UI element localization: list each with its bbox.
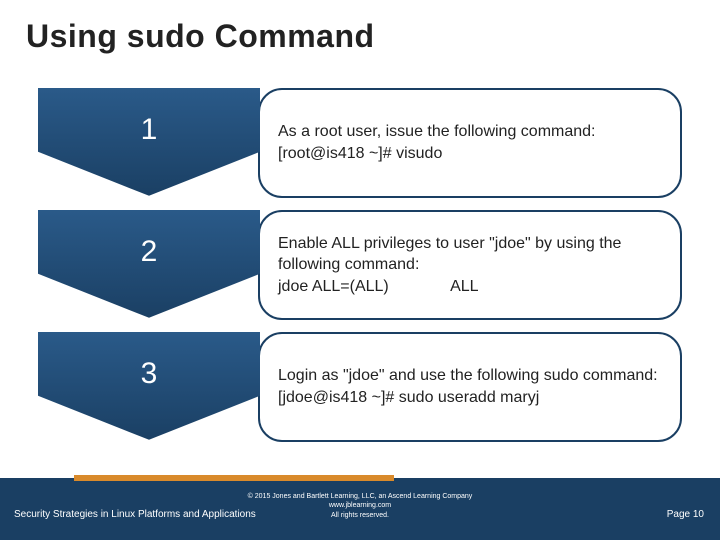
step-number: 3 xyxy=(141,357,158,391)
step-row: 2 Enable ALL privileges to user "jdoe" b… xyxy=(38,210,682,320)
copyright-line: © 2015 Jones and Bartlett Learning, LLC,… xyxy=(0,492,720,501)
chevron-icon: 3 xyxy=(38,332,260,442)
step-text: Login as "jdoe" and use the following su… xyxy=(258,332,682,442)
step-line: Enable ALL privileges to user "jdoe" by … xyxy=(278,233,662,276)
steps-list: 1 As a root user, issue the following co… xyxy=(38,88,682,454)
step-number-col: 2 xyxy=(38,210,260,320)
step-number: 2 xyxy=(141,235,158,269)
chevron-icon: 1 xyxy=(38,88,260,198)
footer-accent xyxy=(74,475,394,481)
page-number: Page 10 xyxy=(667,509,704,520)
step-number: 1 xyxy=(141,113,158,147)
footer-copyright: © 2015 Jones and Bartlett Learning, LLC,… xyxy=(0,492,720,520)
step-text: As a root user, issue the following comm… xyxy=(258,88,682,198)
copyright-line: All rights reserved. xyxy=(0,511,720,520)
step-row: 1 As a root user, issue the following co… xyxy=(38,88,682,198)
step-line: jdoe ALL=(ALL) ALL xyxy=(278,276,662,298)
step-line: [root@is418 ~]# visudo xyxy=(278,143,662,165)
step-number-col: 1 xyxy=(38,88,260,198)
step-text: Enable ALL privileges to user "jdoe" by … xyxy=(258,210,682,320)
step-line: Login as "jdoe" and use the following su… xyxy=(278,365,662,387)
chevron-icon: 2 xyxy=(38,210,260,320)
page-title: Using sudo Command xyxy=(0,0,720,55)
footer: Security Strategies in Linux Platforms a… xyxy=(0,478,720,540)
step-line: As a root user, issue the following comm… xyxy=(278,121,662,143)
copyright-line: www.jblearning.com xyxy=(0,501,720,510)
step-row: 3 Login as "jdoe" and use the following … xyxy=(38,332,682,442)
slide: Using sudo Command 1 As a root user, iss… xyxy=(0,0,720,540)
step-line: [jdoe@is418 ~]# sudo useradd maryj xyxy=(278,387,662,409)
step-number-col: 3 xyxy=(38,332,260,442)
